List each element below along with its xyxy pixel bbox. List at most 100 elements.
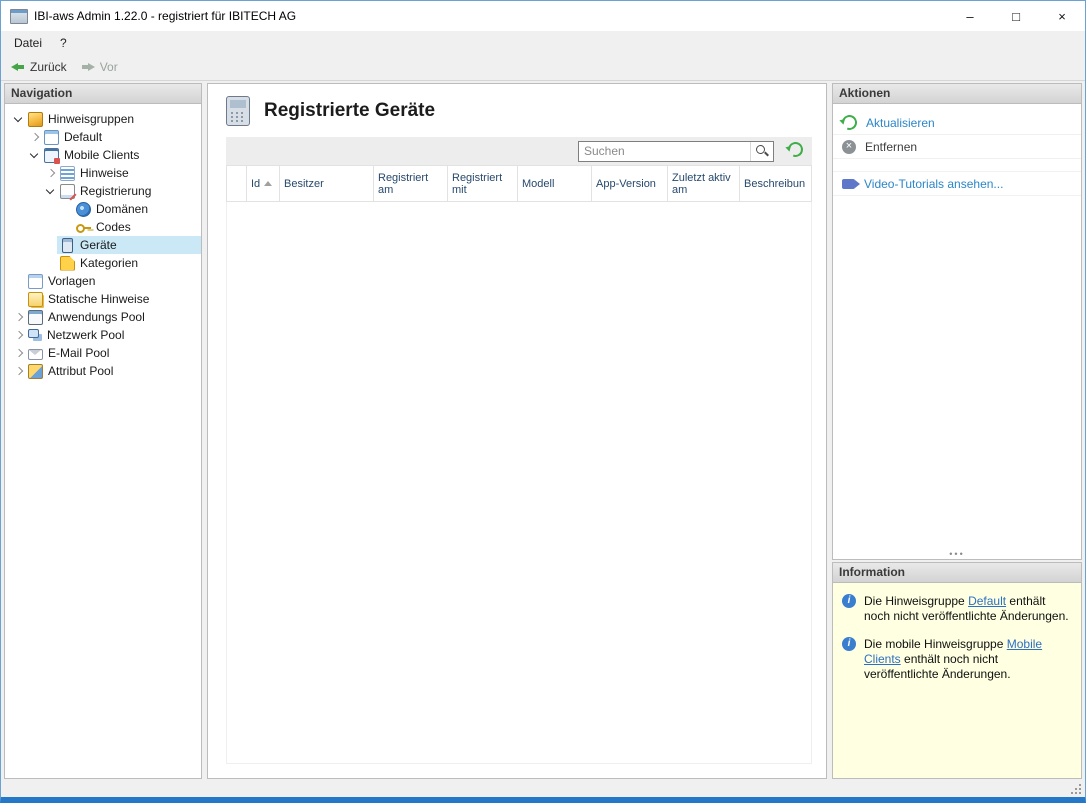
actions-header: Aktionen bbox=[833, 84, 1081, 104]
domains-icon bbox=[76, 201, 91, 217]
tree-item-default[interactable]: Default bbox=[5, 128, 201, 146]
notice-groups-icon bbox=[28, 111, 43, 127]
navigation-header: Navigation bbox=[5, 84, 201, 104]
column-zuletzt-aktiv-am[interactable]: Zuletzt aktiv am bbox=[668, 166, 740, 201]
chevron-right-icon[interactable] bbox=[11, 328, 25, 342]
chevron-down-icon[interactable] bbox=[11, 112, 25, 126]
tree-item-mobile-clients[interactable]: Mobile Clients bbox=[5, 146, 201, 164]
table-body-empty bbox=[226, 202, 812, 764]
email-pool-icon bbox=[28, 348, 43, 360]
tree-item-kategorien[interactable]: Kategorien bbox=[5, 254, 201, 272]
actions-panel: Aktionen Aktualisieren Entfernen Video-T… bbox=[832, 83, 1082, 560]
navigation-tree: Hinweisgruppen Default Mobile Clients Hi… bbox=[5, 104, 201, 380]
search-box bbox=[578, 140, 774, 162]
refresh-table-button[interactable] bbox=[785, 139, 806, 160]
device-icon bbox=[226, 96, 250, 126]
chevron-right-icon[interactable] bbox=[11, 364, 25, 378]
tree-item-hinweisgruppen[interactable]: Hinweisgruppen bbox=[5, 110, 201, 128]
network-pool-icon bbox=[28, 329, 39, 338]
column-modell[interactable]: Modell bbox=[518, 166, 592, 201]
info-message: Die mobile Hinweisgruppe Mobile Clients … bbox=[833, 626, 1081, 684]
forward-arrow-icon bbox=[81, 61, 95, 73]
chevron-down-icon[interactable] bbox=[27, 148, 41, 162]
attribute-pool-icon bbox=[28, 363, 43, 379]
tree-item-hinweise[interactable]: Hinweise bbox=[5, 164, 201, 182]
app-window: IBI-aws Admin 1.22.0 - registriert für I… bbox=[0, 0, 1086, 803]
column-app-version[interactable]: App-Version bbox=[592, 166, 668, 201]
sort-ascending-icon bbox=[264, 181, 273, 186]
information-header: Information bbox=[833, 563, 1081, 583]
window-title: IBI-aws Admin 1.22.0 - registriert für I… bbox=[34, 9, 297, 23]
minimize-button[interactable]: – bbox=[947, 1, 993, 31]
main-panel: Registrierte Geräte Id Besitzer Registri… bbox=[207, 83, 827, 779]
toolbar: Zurück Vor bbox=[1, 54, 1085, 81]
devices-icon bbox=[62, 237, 73, 253]
default-group-link[interactable]: Default bbox=[968, 594, 1006, 608]
titlebar: IBI-aws Admin 1.22.0 - registriert für I… bbox=[1, 1, 1085, 31]
tree-item-domaenen[interactable]: Domänen bbox=[5, 200, 201, 218]
content-area: Navigation Hinweisgruppen Default Mobile… bbox=[1, 81, 1085, 781]
static-notices-icon bbox=[28, 291, 43, 307]
templates-icon bbox=[28, 273, 43, 289]
refresh-icon bbox=[785, 139, 806, 160]
panel-splitter[interactable] bbox=[833, 551, 1081, 559]
column-id[interactable]: Id bbox=[247, 166, 280, 201]
tree-item-codes[interactable]: Codes bbox=[5, 218, 201, 236]
information-panel: Information Die Hinweisgruppe Default en… bbox=[832, 562, 1082, 779]
resize-grip-icon[interactable] bbox=[1069, 782, 1081, 794]
column-registriert-am[interactable]: Registriert am bbox=[374, 166, 448, 201]
chevron-right-icon[interactable] bbox=[11, 346, 25, 360]
back-button[interactable]: Zurück bbox=[6, 57, 76, 77]
default-group-icon bbox=[44, 129, 59, 145]
application-pool-icon bbox=[28, 309, 43, 325]
column-besitzer[interactable]: Besitzer bbox=[280, 166, 374, 201]
chevron-right-icon[interactable] bbox=[43, 166, 57, 180]
window-controls: – □ × bbox=[947, 1, 1085, 31]
menu-help[interactable]: ? bbox=[51, 33, 76, 53]
search-input[interactable] bbox=[579, 144, 750, 158]
app-icon bbox=[10, 8, 28, 24]
column-registriert-mit[interactable]: Registriert mit bbox=[448, 166, 518, 201]
menu-datei[interactable]: Datei bbox=[5, 33, 51, 53]
table-header: Id Besitzer Registriert am Registriert m… bbox=[226, 165, 812, 202]
action-entfernen[interactable]: Entfernen bbox=[833, 135, 1081, 159]
video-icon bbox=[842, 178, 860, 189]
close-button[interactable]: × bbox=[1039, 1, 1085, 31]
tree-item-attribut-pool[interactable]: Attribut Pool bbox=[5, 362, 201, 380]
tree-item-geraete[interactable]: Geräte bbox=[5, 236, 201, 254]
column-beschreibung[interactable]: Beschreibun bbox=[740, 166, 811, 201]
mobile-clients-icon bbox=[44, 147, 60, 164]
tree-item-anwendungs-pool[interactable]: Anwendungs Pool bbox=[5, 308, 201, 326]
registration-icon bbox=[60, 183, 75, 199]
actions-list: Aktualisieren Entfernen Video-Tutorials … bbox=[833, 104, 1081, 196]
chevron-right-icon[interactable] bbox=[11, 310, 25, 324]
tree-item-statische-hinweise[interactable]: Statische Hinweise bbox=[5, 290, 201, 308]
chevron-down-icon[interactable] bbox=[43, 184, 57, 198]
menubar: Datei ? bbox=[1, 31, 1085, 54]
notices-icon bbox=[60, 165, 75, 181]
action-video-tutorials[interactable]: Video-Tutorials ansehen... bbox=[833, 171, 1081, 196]
forward-button[interactable]: Vor bbox=[76, 57, 127, 77]
codes-key-icon bbox=[76, 220, 91, 235]
tree-item-email-pool[interactable]: E-Mail Pool bbox=[5, 344, 201, 362]
search-icon[interactable] bbox=[750, 141, 773, 161]
refresh-icon bbox=[839, 112, 860, 133]
information-body: Die Hinweisgruppe Default enthält noch n… bbox=[833, 583, 1081, 778]
main-title-row: Registrierte Geräte bbox=[208, 84, 826, 133]
info-icon bbox=[842, 594, 856, 608]
tree-item-vorlagen[interactable]: Vorlagen bbox=[5, 272, 201, 290]
info-icon bbox=[842, 637, 856, 651]
tree-item-registrierung[interactable]: Registrierung bbox=[5, 182, 201, 200]
back-arrow-icon bbox=[11, 61, 25, 73]
info-message: Die Hinweisgruppe Default enthält noch n… bbox=[833, 583, 1081, 626]
remove-icon bbox=[842, 139, 856, 154]
column-selector bbox=[227, 166, 247, 201]
maximize-button[interactable]: □ bbox=[993, 1, 1039, 31]
action-aktualisieren[interactable]: Aktualisieren bbox=[833, 111, 1081, 135]
chevron-right-icon[interactable] bbox=[27, 130, 41, 144]
tree-item-netzwerk-pool[interactable]: Netzwerk Pool bbox=[5, 326, 201, 344]
